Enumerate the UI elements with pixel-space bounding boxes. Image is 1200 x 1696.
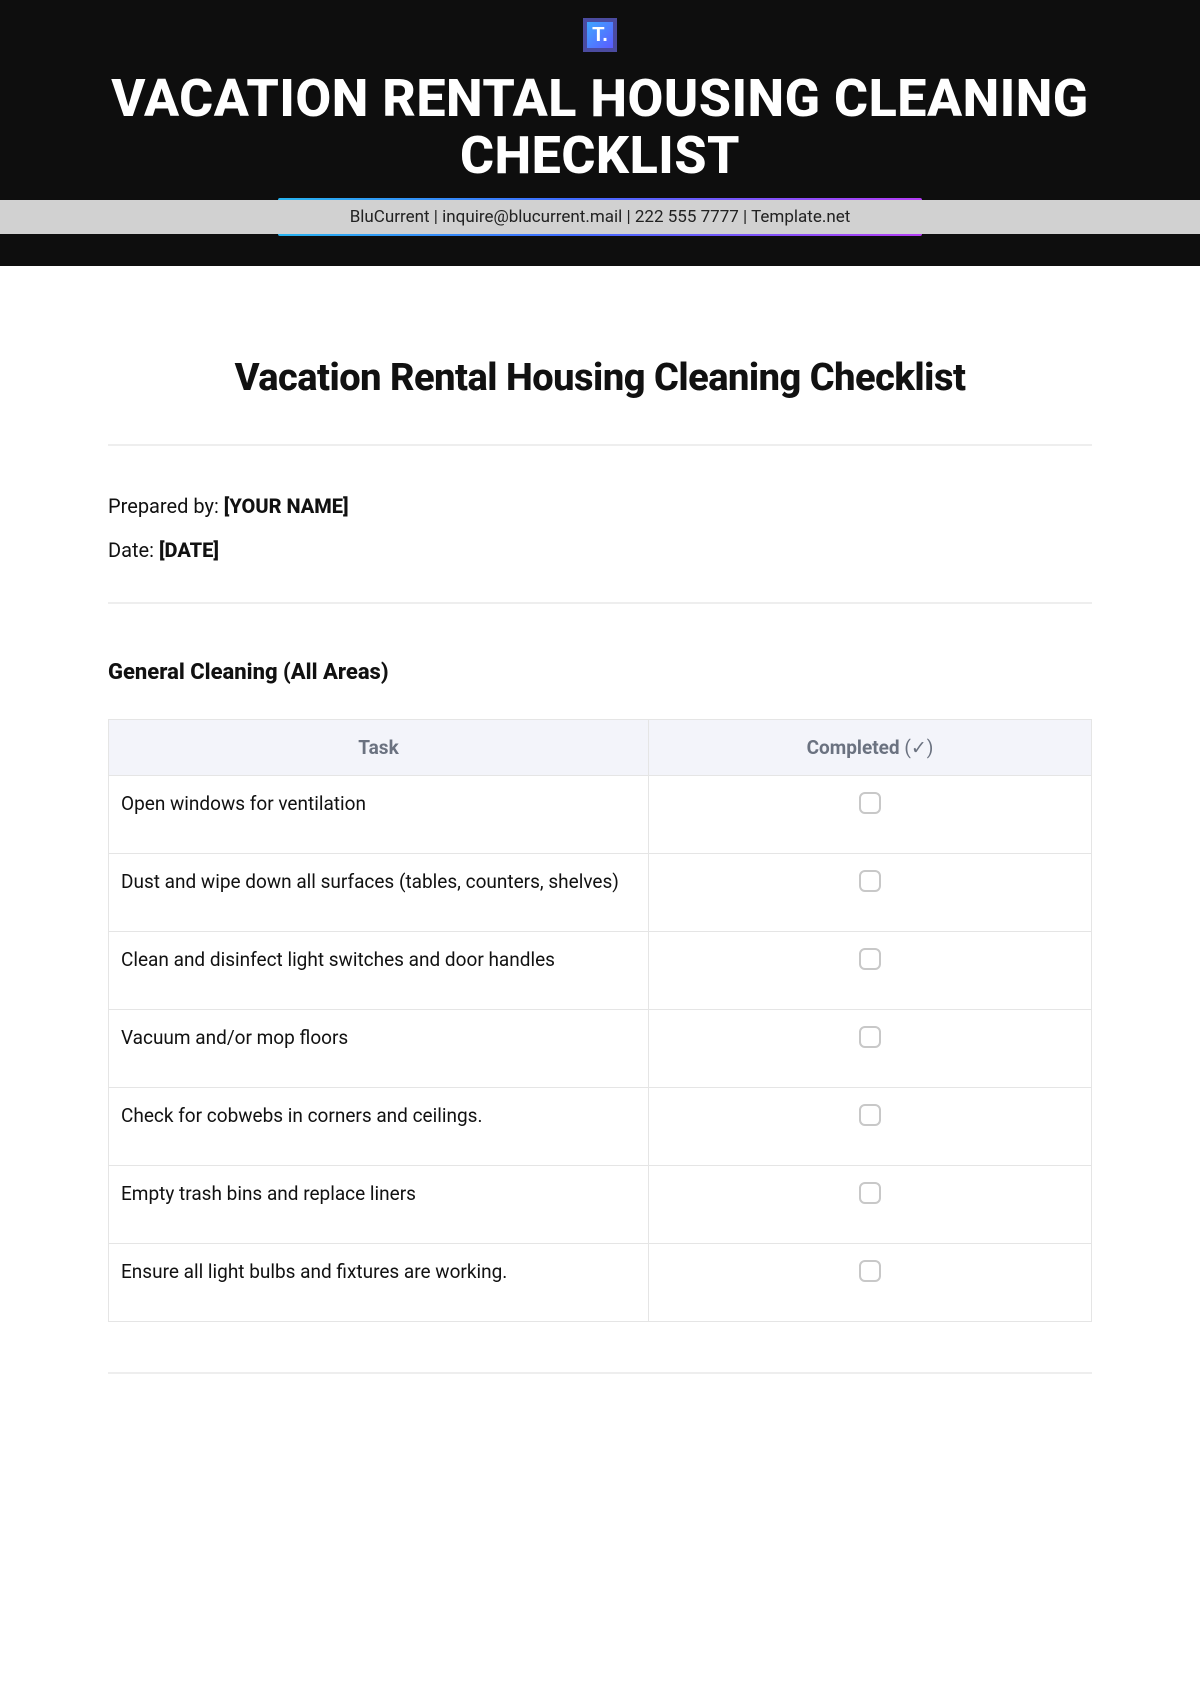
table-row: Clean and disinfect light switches and d… (109, 932, 1092, 1010)
checkbox-cell (649, 776, 1092, 854)
divider (108, 444, 1092, 446)
info-bar: BluCurrent | inquire@blucurrent.mail | 2… (0, 200, 1200, 234)
table-header-row: Task Completed (✓) (109, 720, 1092, 776)
divider (108, 1372, 1092, 1374)
table-row: Open windows for ventilation (109, 776, 1092, 854)
banner-bottom-strip (0, 236, 1200, 266)
divider (108, 602, 1092, 604)
task-cell: Check for cobwebs in corners and ceiling… (109, 1088, 649, 1166)
date-value: [DATE] (159, 538, 219, 562)
col-completed: Completed (✓) (649, 720, 1092, 776)
checkbox-icon[interactable] (859, 870, 881, 892)
date-label: Date: (108, 538, 159, 562)
document-title: Vacation Rental Housing Cleaning Checkli… (108, 356, 1092, 400)
task-cell: Vacuum and/or mop floors (109, 1010, 649, 1088)
task-cell: Open windows for ventilation (109, 776, 649, 854)
banner-header: T. VACATION RENTAL HOUSING CLEANING CHEC… (0, 0, 1200, 266)
checkbox-cell (649, 1088, 1092, 1166)
task-cell: Clean and disinfect light switches and d… (109, 932, 649, 1010)
checklist-table: Task Completed (✓) Open windows for vent… (108, 719, 1092, 1322)
checkbox-cell (649, 854, 1092, 932)
prepared-by-value: [YOUR NAME] (224, 494, 349, 518)
task-cell: Dust and wipe down all surfaces (tables,… (109, 854, 649, 932)
checkbox-cell (649, 932, 1092, 1010)
checkbox-cell (649, 1010, 1092, 1088)
table-row: Vacuum and/or mop floors (109, 1010, 1092, 1088)
checkbox-cell (649, 1244, 1092, 1322)
prepared-by-label: Prepared by: (108, 494, 224, 518)
date-field: Date: [DATE] (108, 538, 1092, 562)
logo-wrap: T. (0, 18, 1200, 52)
checkbox-icon[interactable] (859, 1026, 881, 1048)
table-row: Ensure all light bulbs and fixtures are … (109, 1244, 1092, 1322)
task-cell: Empty trash bins and replace liners (109, 1166, 649, 1244)
checkbox-icon[interactable] (859, 1104, 881, 1126)
prepared-by-field: Prepared by: [YOUR NAME] (108, 494, 1092, 518)
checkbox-icon[interactable] (859, 1182, 881, 1204)
checkbox-cell (649, 1166, 1092, 1244)
task-cell: Ensure all light bulbs and fixtures are … (109, 1244, 649, 1322)
table-row: Dust and wipe down all surfaces (tables,… (109, 854, 1092, 932)
checkbox-icon[interactable] (859, 1260, 881, 1282)
table-row: Empty trash bins and replace liners (109, 1166, 1092, 1244)
document-content: Vacation Rental Housing Cleaning Checkli… (0, 266, 1200, 1374)
section-title: General Cleaning (All Areas) (108, 660, 1092, 685)
col-task: Task (109, 720, 649, 776)
banner-title: VACATION RENTAL HOUSING CLEANING CHECKLI… (0, 70, 1200, 198)
checkbox-icon[interactable] (859, 948, 881, 970)
checkbox-icon[interactable] (859, 792, 881, 814)
gradient-bar: BluCurrent | inquire@blucurrent.mail | 2… (278, 198, 922, 236)
logo-icon: T. (583, 18, 617, 52)
table-row: Check for cobwebs in corners and ceiling… (109, 1088, 1092, 1166)
